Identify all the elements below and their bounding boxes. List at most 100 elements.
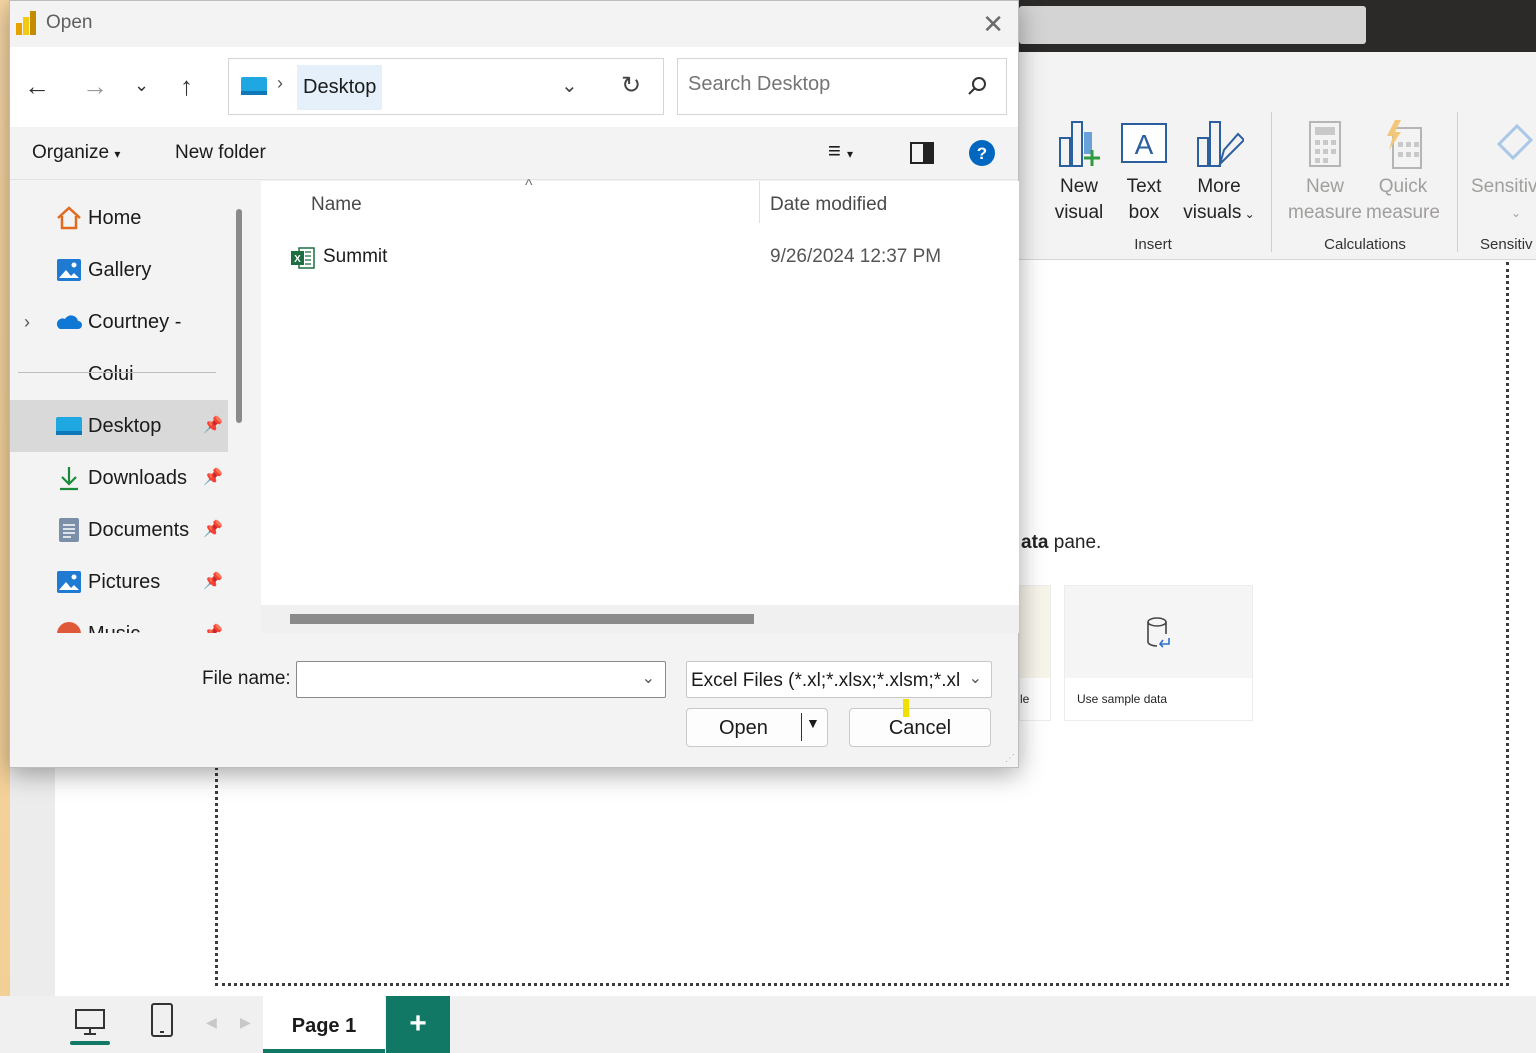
nav-divider (18, 372, 216, 373)
up-arrow-icon[interactable]: ↑ (180, 71, 193, 102)
chevron-down-icon: ⌄ (1241, 207, 1255, 221)
new-measure-label-1: New (1305, 176, 1344, 197)
open-button-label: Open (719, 717, 768, 739)
expand-chevron-icon[interactable]: › (24, 296, 30, 348)
file-list[interactable]: ^ Name Date modified X Summit 9/26/2024 … (261, 177, 1019, 633)
file-row[interactable]: X Summit 9/26/2024 12:37 PM (261, 237, 1019, 279)
active-view-indicator (70, 1041, 110, 1045)
use-sample-data-card[interactable]: Use sample data (1064, 585, 1253, 721)
more-visuals-label-2-wrap: visuals ⌄ (1179, 200, 1259, 227)
horizontal-scroll-thumb[interactable] (290, 614, 754, 624)
search-input[interactable] (688, 73, 948, 96)
quick-measure-button[interactable]: Quick measure (1365, 120, 1441, 226)
recent-locations-icon[interactable]: ⌄ (134, 75, 149, 96)
nav-item-gallery[interactable]: Gallery (10, 244, 228, 296)
sensitivity-button[interactable]: Sensitiv ⌄ (1471, 120, 1536, 226)
nav-item-desktop[interactable]: Desktop 📌 (10, 400, 228, 452)
new-visual-icon (1059, 121, 1100, 167)
prev-page-icon[interactable]: ◀ (206, 1014, 217, 1031)
pin-icon[interactable]: 📌 (203, 504, 223, 556)
left-rail (10, 760, 55, 996)
more-visuals-label-2: visuals (1183, 202, 1242, 223)
add-page-button[interactable]: + (386, 996, 450, 1053)
more-visuals-button[interactable]: More visuals ⌄ (1179, 120, 1259, 227)
organize-menu[interactable]: Organize ▾ (32, 142, 120, 164)
insert-group-label: Insert (1134, 236, 1172, 253)
new-folder-button[interactable]: New folder (175, 142, 266, 164)
caret-down-icon: ▾ (114, 147, 121, 161)
column-header-date[interactable]: Date modified (770, 194, 887, 216)
pin-icon[interactable]: 📌 (203, 400, 223, 452)
svg-text:A: A (1135, 129, 1154, 160)
quick-measure-label-2: measure (1366, 202, 1440, 223)
excel-file-icon: X (291, 247, 315, 269)
close-icon[interactable]: ✕ (982, 9, 1004, 40)
nav-item-home[interactable]: Home (10, 192, 228, 244)
help-icon[interactable]: ? (968, 139, 996, 167)
column-header-name[interactable]: Name (311, 194, 362, 216)
search-box[interactable] (677, 58, 1007, 115)
app-search-bar[interactable] (1019, 6, 1366, 44)
more-visuals-label-1: More (1197, 176, 1241, 197)
use-sample-data-label: Use sample data (1065, 678, 1252, 720)
gallery-icon (57, 259, 81, 281)
nav-item-documents[interactable]: Documents 📌 (10, 504, 228, 556)
preview-pane-icon[interactable] (910, 142, 934, 164)
quick-measure-icon (1387, 120, 1422, 169)
ribbon: New visual A Text box More visuals ⌄ New… (1019, 52, 1536, 260)
ribbon-separator (1271, 112, 1272, 252)
onedrive-icon (56, 315, 82, 329)
new-visual-button[interactable]: New visual (1053, 120, 1105, 226)
new-measure-label-2: measure (1288, 202, 1362, 223)
dialog-title-bar: Open ✕ (10, 1, 1018, 45)
music-icon (57, 622, 81, 633)
column-divider[interactable] (759, 181, 760, 223)
pin-icon[interactable]: 📌 (203, 452, 223, 504)
refresh-icon[interactable]: ↻ (621, 71, 641, 100)
svg-text:?: ? (977, 144, 987, 163)
downloads-icon (60, 467, 78, 491)
nav-scrollbar[interactable] (236, 209, 242, 423)
nav-label: Desktop (88, 415, 162, 437)
view-options-icon[interactable]: ≡ ▾ (828, 138, 853, 164)
desktop-view-icon[interactable] (70, 1000, 110, 1046)
nav-item-pictures[interactable]: Pictures 📌 (10, 556, 228, 608)
open-file-dialog: Open ✕ ← → ⌄ ↑ › Desktop ⌄ ↻ Organize ▾ … (9, 0, 1019, 768)
forward-arrow-icon[interactable]: → (82, 71, 108, 102)
nav-item-music[interactable]: Music 📌 (10, 608, 228, 633)
nav-item-onedrive[interactable]: › Courtney - Colui (10, 296, 228, 385)
cancel-button[interactable]: Cancel (849, 708, 991, 747)
next-page-icon[interactable]: ▶ (240, 1014, 251, 1031)
resize-grip-icon[interactable]: ⋰ (1005, 753, 1015, 764)
calculator-icon (1309, 121, 1341, 167)
pin-icon[interactable]: 📌 (203, 608, 223, 633)
sensitivity-icon (1496, 123, 1534, 161)
open-dropdown-icon[interactable]: ▼ (806, 715, 820, 731)
page-tab-1[interactable]: Page 1 (263, 996, 385, 1053)
organize-label: Organize (32, 142, 110, 163)
text-box-button[interactable]: A Text box (1118, 120, 1170, 226)
file-type-select[interactable]: Excel Files (*.xl;*.xlsx;*.xlsm;*.xlsb ⌄ (686, 661, 992, 698)
quick-measure-label-1: Quick (1378, 176, 1428, 197)
address-dropdown-icon[interactable]: ⌄ (561, 73, 578, 98)
address-bar[interactable]: › Desktop ⌄ ↻ (228, 58, 664, 115)
file-name-field[interactable]: ⌄ (296, 661, 666, 698)
ribbon-separator (1457, 112, 1458, 252)
data-source-card-partial[interactable]: le (1019, 585, 1051, 721)
desktop-folder-icon (56, 417, 82, 435)
new-measure-button[interactable]: New measure (1287, 120, 1363, 226)
pin-icon[interactable]: 📌 (203, 556, 223, 608)
nav-item-downloads[interactable]: Downloads 📌 (10, 452, 228, 504)
hint-bold: ata (1021, 532, 1049, 553)
more-visuals-icon (1197, 121, 1244, 168)
chevron-down-icon[interactable]: ⌄ (642, 668, 655, 688)
file-name: Summit (323, 246, 388, 267)
mobile-view-icon[interactable] (142, 1000, 182, 1046)
nav-label: Pictures (88, 571, 161, 593)
dialog-title: Open (46, 12, 93, 33)
breadcrumb-desktop[interactable]: Desktop (297, 65, 383, 110)
home-icon (57, 206, 81, 230)
cancel-button-label: Cancel (888, 717, 952, 739)
back-arrow-icon[interactable]: ← (24, 71, 50, 102)
navigation-pane[interactable]: Home Gallery › Courtney - Colui Desktop … (10, 181, 228, 633)
